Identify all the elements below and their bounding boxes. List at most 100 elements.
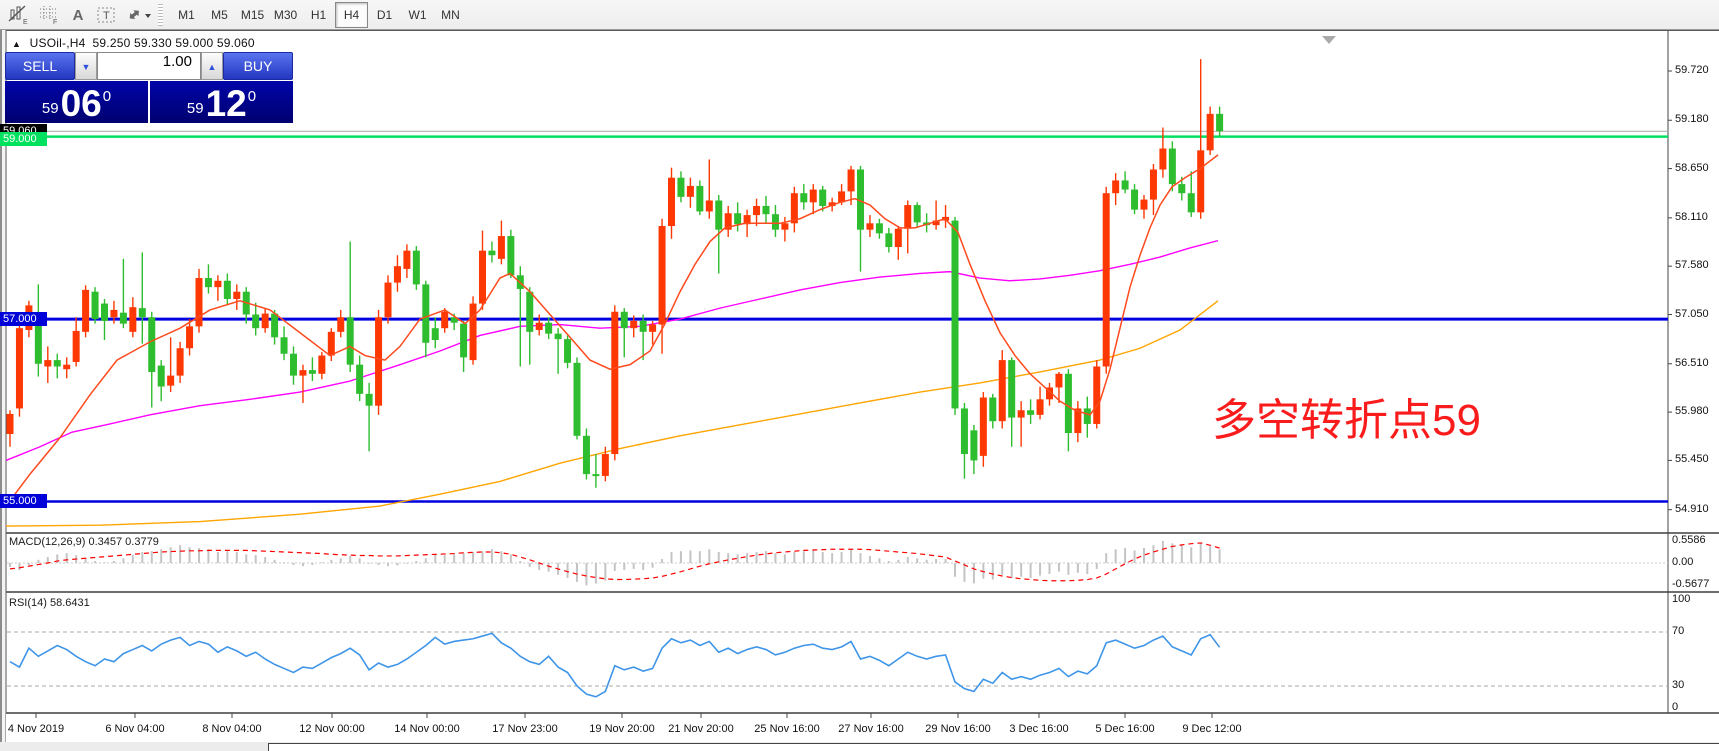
- candle-body: [205, 278, 212, 287]
- candle-body: [224, 281, 231, 299]
- volume-increase-button[interactable]: ▲: [201, 52, 223, 80]
- candle-body: [1216, 114, 1223, 131]
- price-axis-label: 59.720: [1675, 64, 1709, 76]
- time-axis-label: 3 Dec 16:00: [1009, 723, 1068, 735]
- candle-body: [1112, 180, 1119, 193]
- candle-body: [1065, 374, 1072, 433]
- sell-price-pips: 06: [61, 87, 102, 121]
- candle-body: [1093, 366, 1100, 423]
- chart-shift-marker[interactable]: [1322, 36, 1336, 44]
- sell-price-point: 0: [103, 88, 111, 105]
- candle-body: [574, 363, 581, 436]
- candle-body: [961, 408, 968, 454]
- rsi-axis-label: 100: [1672, 593, 1690, 605]
- candle-body: [980, 397, 987, 455]
- volume-input[interactable]: 1.00: [97, 52, 201, 80]
- chart-text-annotation: 多空转折点59: [1212, 384, 1481, 448]
- buy-button[interactable]: BUY: [223, 52, 293, 80]
- candle-body: [441, 312, 448, 328]
- docked-panel-edge: [268, 743, 1719, 751]
- time-axis-label: 14 Nov 00:00: [394, 723, 459, 735]
- macd-signal-line: [10, 543, 1220, 581]
- buy-price-pips: 12: [206, 87, 247, 121]
- sell-price-prefix: 59: [42, 100, 59, 117]
- candle-body: [592, 474, 599, 476]
- candle-body: [800, 193, 807, 202]
- time-axis-label: 19 Nov 20:00: [589, 723, 654, 735]
- candle-body: [1018, 410, 1025, 417]
- candle-body: [545, 323, 552, 334]
- price-axis-label: 58.110: [1675, 211, 1708, 223]
- price-axis-label: 58.650: [1675, 162, 1709, 174]
- candle-body: [621, 312, 628, 328]
- candle-body: [1197, 150, 1204, 212]
- candle-body: [819, 190, 826, 206]
- candle-body: [895, 229, 902, 247]
- candle-body: [885, 233, 892, 247]
- candle-body: [356, 365, 363, 394]
- buy-price-display[interactable]: 59 12 0: [150, 81, 293, 123]
- candle-body: [422, 284, 429, 342]
- one-click-trading-panel: SELL ▼ 1.00 ▲ BUY 59 06 0 59 12 0: [5, 52, 293, 124]
- price-badge: 59.000: [0, 132, 47, 146]
- candle-body: [290, 354, 297, 376]
- candle-body: [1037, 399, 1044, 415]
- candle-body: [196, 278, 203, 326]
- rsi-axis-label: 30: [1672, 679, 1684, 691]
- price-badge: 55.000: [0, 494, 47, 508]
- candle-body: [999, 360, 1006, 421]
- time-axis-label: 12 Nov 00:00: [299, 723, 364, 735]
- candle-body: [318, 356, 325, 374]
- macd-label: MACD(12,26,9) 0.3457 0.3779: [9, 536, 159, 548]
- price-axis-label: 57.580: [1675, 259, 1709, 271]
- candle-body: [866, 223, 873, 229]
- symbol-ohlc-line: ▲ USOil-,H4 59.250 59.330 59.000 59.060: [12, 36, 255, 50]
- candle-body: [1188, 193, 1195, 212]
- candle-body: [413, 251, 420, 285]
- time-axis-label: 29 Nov 16:00: [925, 723, 990, 735]
- price-axis-label: 57.050: [1675, 308, 1709, 320]
- candle-body: [271, 314, 278, 338]
- macd-axis-label: -0.5677: [1672, 578, 1709, 590]
- candle-body: [810, 190, 817, 203]
- sell-price-display[interactable]: 59 06 0: [5, 81, 148, 123]
- collapse-panel-icon[interactable]: ▲: [12, 39, 21, 49]
- candle-body: [659, 226, 666, 324]
- candle-body: [385, 283, 392, 318]
- candle-body: [167, 376, 174, 386]
- candle-body: [403, 251, 410, 269]
- price-badge: 57.000: [0, 312, 47, 326]
- candle-body: [526, 292, 533, 332]
- candle-body: [1159, 149, 1166, 170]
- time-axis-label: 8 Nov 04:00: [202, 723, 261, 735]
- candle-body: [687, 186, 694, 197]
- candle-body: [602, 454, 609, 476]
- candle-body: [148, 317, 155, 372]
- candle-body: [479, 251, 486, 304]
- candle-body: [498, 236, 505, 259]
- sell-button[interactable]: SELL: [5, 52, 75, 80]
- candle-body: [1084, 408, 1091, 424]
- candle-body: [668, 178, 675, 226]
- candle-body: [328, 332, 335, 356]
- candle-body: [366, 394, 373, 406]
- buy-price-prefix: 59: [187, 100, 204, 117]
- volume-decrease-button[interactable]: ▼: [75, 52, 97, 80]
- candle-body: [914, 205, 921, 222]
- candle-body: [309, 370, 316, 374]
- candle-body: [734, 213, 741, 224]
- candle-body: [347, 317, 354, 364]
- candle-body: [92, 292, 99, 319]
- candle-body: [1027, 410, 1034, 415]
- candle-body: [1055, 374, 1062, 388]
- candle-body: [583, 436, 590, 474]
- rsi-line: [10, 633, 1220, 696]
- candle-body: [781, 223, 788, 229]
- price-axis-label: 56.510: [1675, 357, 1709, 369]
- candle-body: [186, 326, 193, 348]
- candle-body: [876, 223, 883, 233]
- rsi-axis-label: 70: [1672, 625, 1684, 637]
- symbol-ohlc-values: 59.250 59.330 59.000 59.060: [93, 36, 255, 50]
- candle-body: [848, 169, 855, 191]
- time-axis-label: 21 Nov 20:00: [668, 723, 733, 735]
